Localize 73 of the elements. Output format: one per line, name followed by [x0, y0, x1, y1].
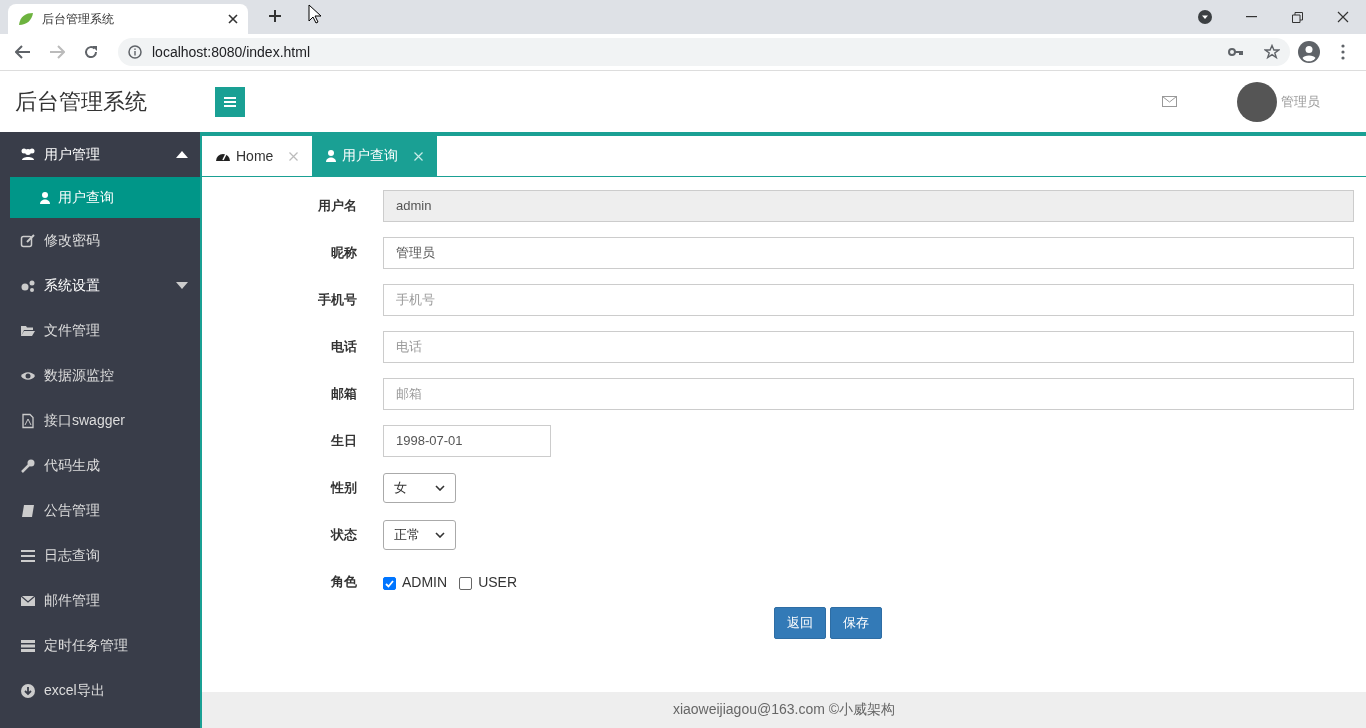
- reload-icon: [83, 44, 99, 60]
- key-icon[interactable]: [1228, 47, 1244, 57]
- field-label: 生日: [330, 431, 358, 450]
- save-button[interactable]: 保存: [830, 607, 882, 639]
- sidebar-item[interactable]: 公告管理: [0, 488, 200, 533]
- sidebar-item[interactable]: 数据源监控: [0, 353, 200, 398]
- server-icon: [20, 637, 36, 654]
- sidebar-item[interactable]: 文件管理: [0, 308, 200, 353]
- checkbox-label: ADMIN: [402, 573, 448, 590]
- footer-text: xiaoweijiagou@163.com ©小威架构: [202, 692, 1366, 728]
- sidebar-item[interactable]: 代码生成: [0, 443, 200, 488]
- menu-toggle-button[interactable]: [215, 86, 245, 117]
- date-field[interactable]: 1998-07-01: [383, 424, 551, 457]
- input-field[interactable]: 管理员: [383, 236, 1354, 269]
- sidebar-item[interactable]: 接口swagger: [0, 398, 200, 443]
- close-icon: [1337, 11, 1349, 23]
- input-field: admin: [383, 189, 1354, 222]
- input-field[interactable]: 电话: [383, 330, 1354, 363]
- minimize-icon: [1245, 16, 1257, 18]
- download-icon: [20, 682, 36, 699]
- sidebar-subitem[interactable]: 用户查询: [10, 177, 200, 218]
- back-button[interactable]: 返回: [774, 607, 826, 639]
- address-bar[interactable]: localhost:8080/index.html: [118, 38, 1290, 66]
- field-label: 昵称: [330, 243, 358, 262]
- chevron-down-icon: [435, 531, 445, 538]
- field-label: 角色: [330, 572, 358, 591]
- edit-icon: [20, 232, 36, 249]
- avatar: [1237, 81, 1277, 122]
- mail-icon: [1162, 96, 1177, 107]
- leaf-icon: [18, 12, 34, 26]
- field-label: 邮箱: [330, 384, 358, 403]
- checkbox[interactable]: [459, 577, 473, 590]
- sidebar-item[interactable]: 修改密码: [0, 218, 200, 263]
- select-field[interactable]: 女: [383, 472, 456, 503]
- restore-icon: [1291, 11, 1303, 23]
- app-title: 后台管理系统: [14, 87, 148, 116]
- account-icon: [1298, 41, 1320, 63]
- field-label: 电话: [330, 337, 358, 356]
- field-label: 用户名: [317, 196, 358, 215]
- checkbox[interactable]: [383, 577, 396, 590]
- checkbox-label: USER: [478, 573, 518, 590]
- user-icon: [40, 191, 50, 204]
- forward-arrow-icon: [49, 45, 65, 59]
- kebab-menu-icon: [1341, 44, 1345, 60]
- input-field[interactable]: 邮箱: [383, 377, 1354, 410]
- field-label: 手机号: [317, 290, 358, 309]
- caret-circle-icon: [1198, 10, 1212, 24]
- menu-icon: [224, 96, 236, 107]
- sidebar-item[interactable]: 邮件管理: [0, 578, 200, 623]
- mail-button[interactable]: [1162, 96, 1177, 107]
- sidebar-item[interactable]: 用户管理: [0, 132, 200, 177]
- field-label: 状态: [329, 525, 358, 544]
- plus-icon: [268, 9, 282, 23]
- star-icon[interactable]: [1264, 44, 1280, 60]
- select-field[interactable]: 正常: [383, 519, 456, 550]
- browser-tab[interactable]: 后台管理系统: [8, 4, 248, 34]
- input-field[interactable]: 手机号: [383, 283, 1354, 316]
- info-icon: [128, 45, 142, 59]
- field-label: 性别: [329, 478, 358, 497]
- check-icon: [385, 579, 394, 588]
- users-icon: [20, 146, 36, 163]
- chevron-down-icon: [435, 484, 445, 491]
- sidebar-item[interactable]: excel导出: [0, 668, 200, 713]
- browser-tab-title: 后台管理系统: [42, 10, 115, 28]
- list-icon: [20, 547, 36, 564]
- sidebar-item[interactable]: 系统设置: [0, 263, 200, 308]
- sidebar-item[interactable]: 日志查询: [0, 533, 200, 578]
- close-icon[interactable]: [228, 14, 238, 24]
- back-arrow-icon: [15, 45, 31, 59]
- url-text: localhost:8080/index.html: [152, 44, 311, 60]
- sidebar-item[interactable]: 定时任务管理: [0, 623, 200, 668]
- user-icon: [326, 150, 337, 162]
- cursor-icon: [308, 4, 322, 24]
